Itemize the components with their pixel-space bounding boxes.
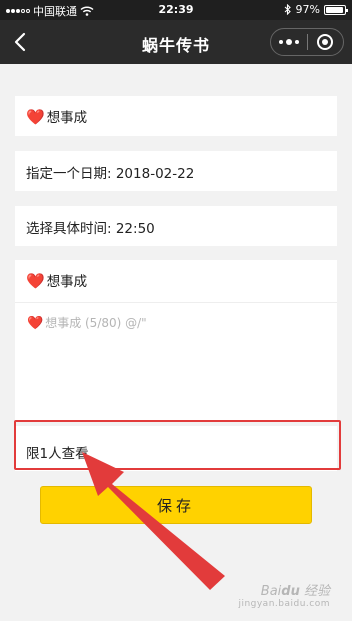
time-picker-field[interactable]: 选择具体时间: 22:50	[15, 206, 337, 246]
date-value: 2018-02-22	[115, 166, 195, 182]
close-target-icon	[317, 34, 334, 50]
status-bar: 中国联通 22:39 97%	[0, 0, 352, 20]
status-right: 97%	[284, 3, 348, 16]
baidu-watermark: Baidu 经验 jingyan.baidu.com	[238, 584, 330, 609]
time-label: 选择具体时间	[26, 221, 107, 237]
content-divider	[15, 302, 337, 303]
title-field-text: ❤️ 想事成	[26, 106, 87, 126]
mini-program-capsule	[270, 28, 344, 56]
time-value: 22:50	[115, 221, 155, 237]
battery-icon	[324, 4, 348, 15]
date-separator: :	[107, 166, 116, 182]
battery-label: 97%	[295, 3, 320, 16]
date-picker-field[interactable]: 指定一个日期: 2018-02-22	[15, 151, 337, 191]
time-separator: :	[107, 221, 116, 237]
more-button[interactable]	[271, 29, 307, 55]
title-value: 想事成	[46, 110, 88, 126]
heart-icon: ❤️	[26, 272, 45, 290]
date-field-text: 指定一个日期: 2018-02-22	[26, 162, 194, 182]
save-button[interactable]: 保存	[40, 486, 312, 524]
highlight-annotation	[14, 420, 341, 470]
nav-bar: 蜗牛传书	[0, 20, 352, 64]
date-label: 指定一个日期	[26, 166, 107, 182]
battery-fill	[326, 6, 344, 13]
content-card: ❤️ 想事成 ❤️ 想事成 (5/80) @/"	[15, 260, 337, 420]
content-header: ❤️ 想事成	[26, 270, 87, 290]
close-button[interactable]	[308, 29, 344, 55]
time-field-text: 选择具体时间: 22:50	[26, 217, 155, 237]
content-header-text: 想事成	[46, 274, 88, 290]
content-textarea[interactable]	[25, 310, 327, 410]
heart-icon: ❤️	[26, 108, 45, 126]
bluetooth-icon	[284, 4, 291, 15]
more-dots-icon	[278, 39, 299, 45]
title-field[interactable]: ❤️ 想事成	[15, 96, 337, 136]
